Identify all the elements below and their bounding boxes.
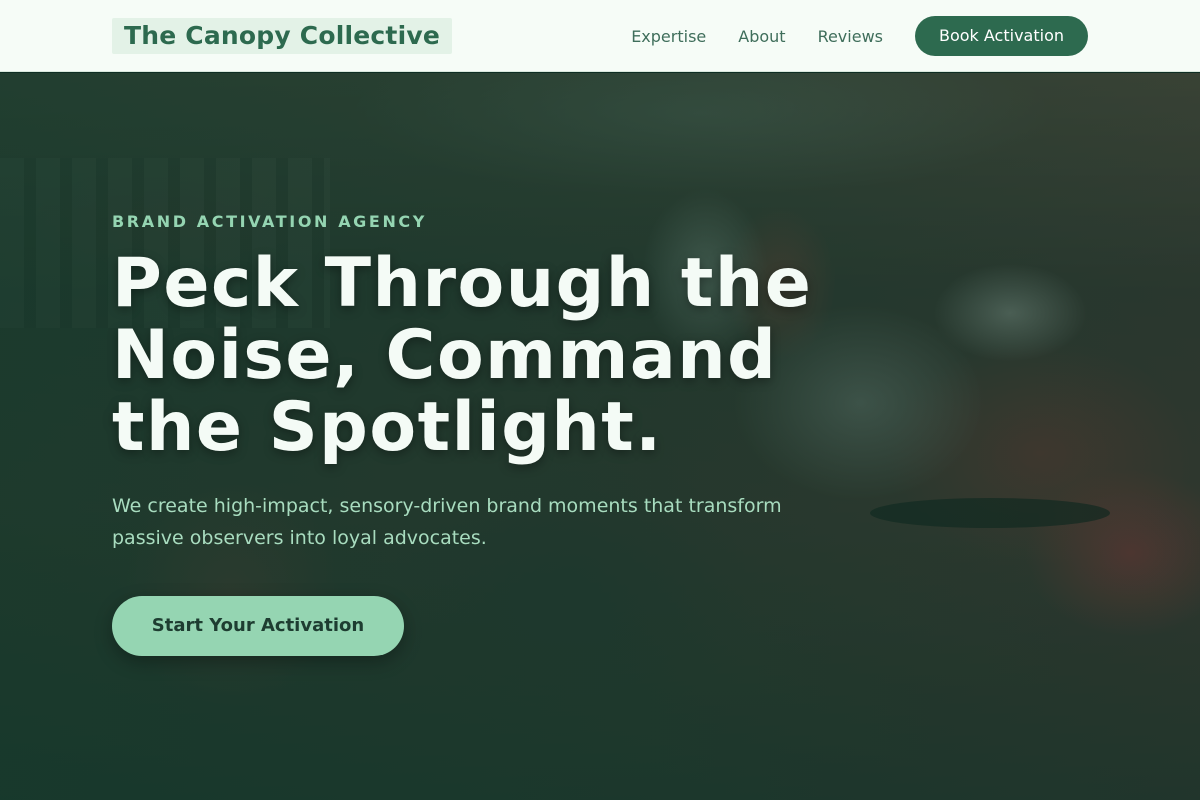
- nav-link-expertise[interactable]: Expertise: [631, 27, 706, 46]
- site-header: The Canopy Collective Expertise About Re…: [0, 0, 1200, 72]
- hero-eyebrow: BRAND ACTIVATION AGENCY: [112, 212, 427, 231]
- hero-section: BRAND ACTIVATION AGENCY Peck Through the…: [0, 73, 1200, 800]
- start-activation-button[interactable]: Start Your Activation: [112, 596, 404, 656]
- nav-link-reviews[interactable]: Reviews: [818, 27, 883, 46]
- main-nav: Expertise About Reviews Book Activation: [631, 16, 1088, 56]
- hero-subheading: We create high-impact, sensory-driven br…: [112, 495, 782, 549]
- nav-link-about[interactable]: About: [738, 27, 785, 46]
- brand-logo[interactable]: The Canopy Collective: [112, 18, 453, 54]
- hero-headline: Peck Through the Noise, Command the Spot…: [112, 244, 813, 467]
- book-activation-button[interactable]: Book Activation: [914, 16, 1088, 56]
